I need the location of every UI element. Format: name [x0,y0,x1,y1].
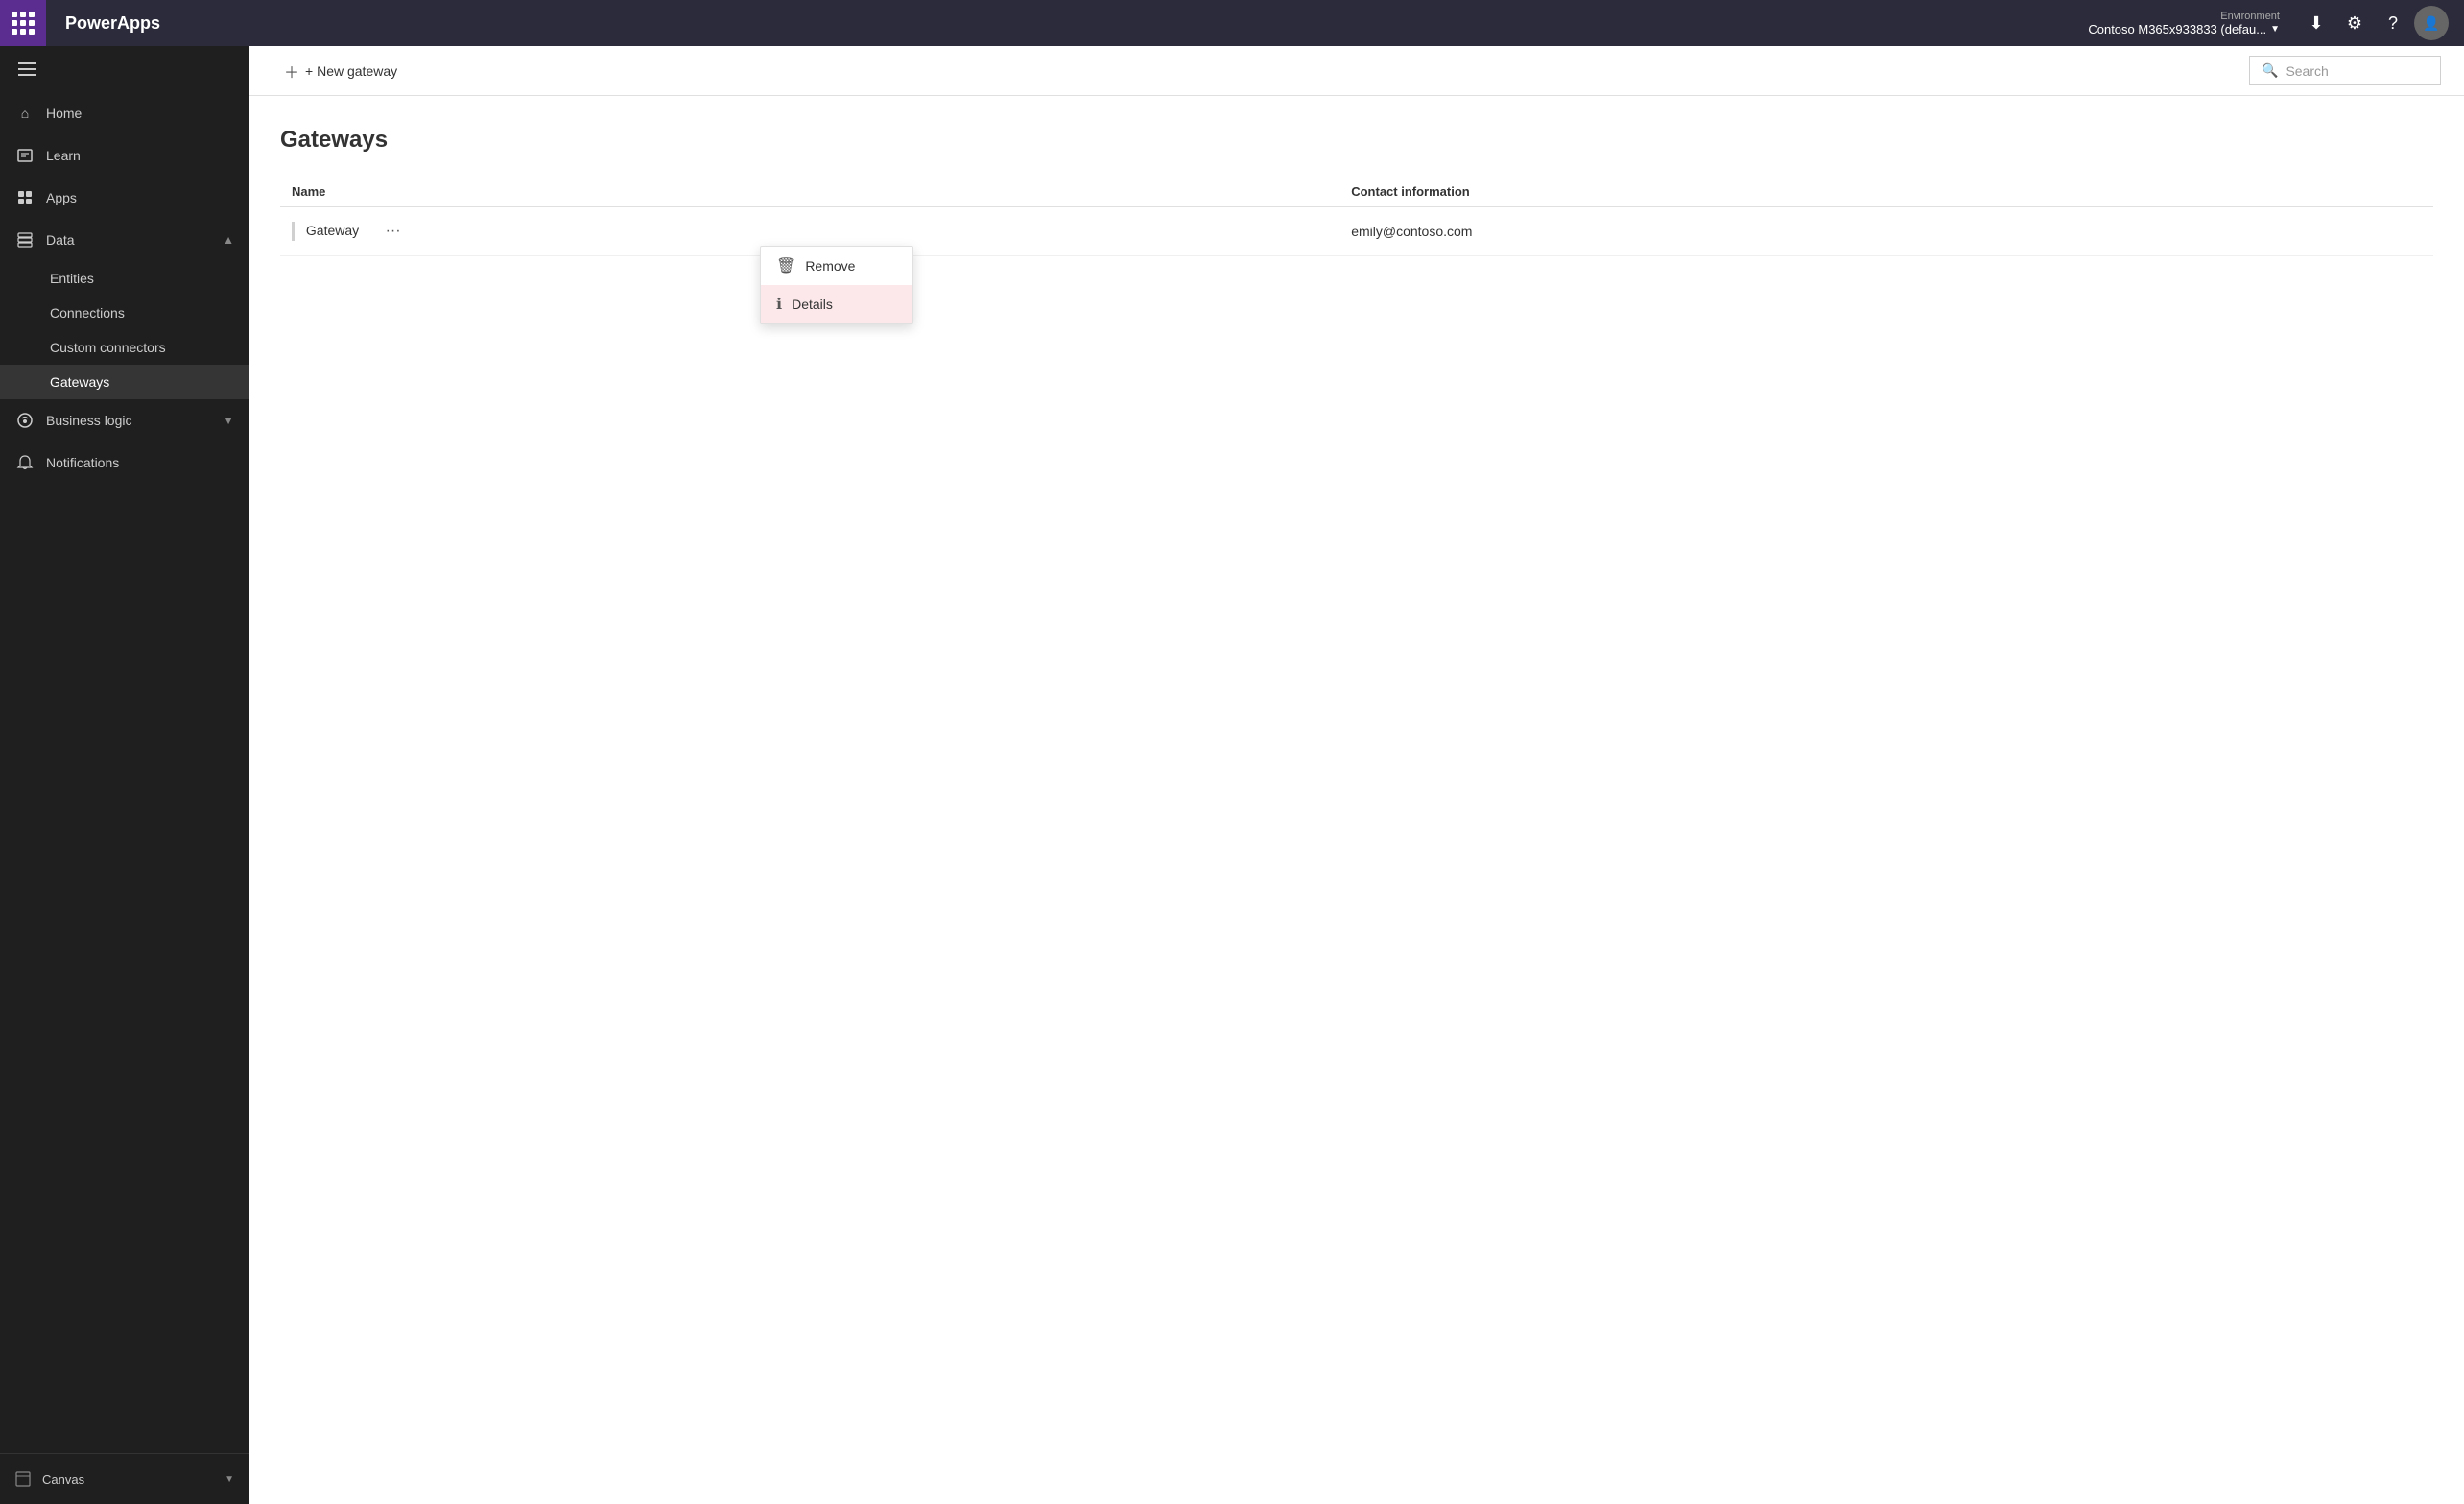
remove-icon: 🗑 [776,256,795,275]
gateway-name: Gateway [306,223,359,238]
sidebar-item-connections-label: Connections [50,305,125,321]
dropdown-remove-item[interactable]: 🗑 Remove [761,247,912,285]
new-gateway-button[interactable]: ＋ + New gateway [272,54,409,88]
download-button[interactable]: ⬇ [2299,6,2334,40]
contact-email: emily@contoso.com [1351,224,1472,239]
user-avatar[interactable]: 👤 [2414,6,2449,40]
sidebar-item-connections[interactable]: Connections [0,296,249,330]
sidebar-item-gateways-label: Gateways [50,374,109,390]
hamburger-icon [18,62,36,76]
gateway-name-cell: Gateway ··· 🗑 Remove [280,207,1339,256]
plus-icon: ＋ [284,60,299,83]
sidebar-item-apps-label: Apps [46,190,234,205]
more-options-button[interactable]: ··· [378,219,409,244]
sidebar-item-home-label: Home [46,106,234,121]
table-row: Gateway ··· 🗑 Remove [280,207,2433,256]
gateways-table: Name Contact information Gateway ··· [280,177,2433,256]
dropdown-menu: 🗑 Remove ℹ Details [760,246,913,324]
sidebar-item-entities[interactable]: Entities [0,261,249,296]
sidebar-item-data-label: Data [46,232,211,248]
app-brand: PowerApps [46,13,179,34]
home-icon: ⌂ [15,104,35,123]
sidebar-item-business-logic-label: Business logic [46,413,211,428]
sidebar-item-notifications-label: Notifications [46,455,234,470]
remove-label: Remove [805,258,855,274]
settings-button[interactable]: ⚙ [2337,6,2372,40]
data-chevron-icon: ▲ [223,233,234,247]
gateway-contact-cell: emily@contoso.com [1339,207,2433,256]
environment-selector[interactable]: Environment Contoso M365x933833 (defau..… [2076,11,2291,36]
sidebar-item-custom-connectors-label: Custom connectors [50,340,166,355]
business-logic-icon [15,411,35,430]
sidebar-toggle-button[interactable] [8,50,46,88]
sidebar: ⌂ Home Learn [0,46,249,1504]
env-name: Contoso M365x933833 (defau... ▼ [2088,22,2280,36]
page-content: Gateways Name Contact information Gatewa… [249,96,2464,1504]
sidebar-item-home[interactable]: ⌂ Home [0,92,249,134]
search-label: Search [2286,63,2328,79]
env-chevron-icon: ▼ [2270,24,2280,35]
sidebar-item-gateways[interactable]: Gateways [0,365,249,399]
sidebar-item-learn[interactable]: Learn [0,134,249,177]
col-name: Name [280,177,1339,207]
apps-icon [15,188,35,207]
search-box[interactable]: 🔍 Search [2249,56,2441,85]
data-icon [15,230,35,250]
page-title: Gateways [280,127,2433,154]
canvas-chevron-icon: ▼ [225,1474,234,1485]
sidebar-item-custom-connectors[interactable]: Custom connectors [0,330,249,365]
sidebar-item-notifications[interactable]: Notifications [0,442,249,484]
sidebar-item-entities-label: Entities [50,271,94,286]
help-button[interactable]: ? [2376,6,2410,40]
sidebar-item-learn-label: Learn [46,148,234,163]
waffle-icon [12,12,35,35]
col-contact: Contact information [1339,177,2433,207]
search-icon: 🔍 [2262,62,2278,79]
waffle-menu-button[interactable] [0,0,46,46]
sidebar-canvas-button[interactable]: Canvas ▼ [0,1462,249,1496]
dropdown-details-item[interactable]: ℹ Details [761,285,912,323]
info-icon: ℹ [776,295,782,314]
details-label: Details [792,297,833,312]
business-logic-chevron-icon: ▼ [223,414,234,427]
topbar-icons: ⬇ ⚙ ? 👤 [2291,6,2464,40]
sidebar-item-apps[interactable]: Apps [0,177,249,219]
new-gateway-label: + New gateway [305,63,397,79]
topbar: PowerApps Environment Contoso M365x93383… [0,0,2464,46]
content-area: ＋ + New gateway 🔍 Search Gateways Name C… [249,46,2464,1504]
row-indicator [292,222,295,241]
sidebar-bottom: Canvas ▼ [0,1453,249,1504]
main-layout: ⌂ Home Learn [0,46,2464,1504]
sidebar-item-data[interactable]: Data ▲ [0,219,249,261]
env-label: Environment [2220,11,2280,22]
canvas-label: Canvas [42,1472,84,1487]
notifications-icon [15,453,35,472]
learn-icon [15,146,35,165]
sidebar-item-business-logic[interactable]: Business logic ▼ [0,399,249,442]
canvas-icon [15,1471,31,1487]
toolbar: ＋ + New gateway 🔍 Search [249,46,2464,96]
